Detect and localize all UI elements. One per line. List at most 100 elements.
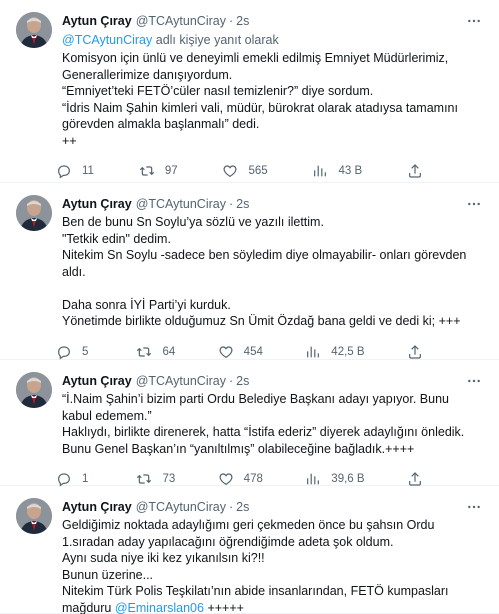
reply-button[interactable]: 1 <box>56 471 94 487</box>
tweet-line: "Tetkik edin" dedim. <box>62 231 171 246</box>
timestamp[interactable]: 2s <box>236 14 249 28</box>
retweet-icon <box>139 166 154 176</box>
tweet-line: Daha sonra İYİ Parti’yi kurduk. <box>62 297 231 312</box>
views-button[interactable]: 42,5 B <box>305 344 365 360</box>
separator-dot: · <box>228 500 234 514</box>
share-icon <box>409 164 421 178</box>
tweet-line: Nitekim Sn Soylu -sadece ben söyledim di… <box>62 248 467 262</box>
tweet[interactable]: Aytun Çıray @TCAytunCiray · 2s @TCAytunC… <box>0 0 499 183</box>
tweet-text-fragment: mağduru <box>62 600 112 614</box>
author-handle[interactable]: @TCAytunCiray <box>136 197 226 211</box>
avatar[interactable] <box>16 12 52 48</box>
separator-dot: · <box>228 14 234 28</box>
views-count: 43 B <box>338 165 363 177</box>
tweet-text: Komisyon için ünlü ve deneyimli emekli e… <box>62 50 483 149</box>
retweet-icon <box>137 346 152 357</box>
timeline: Aytun Çıray @TCAytunCiray · 2s @TCAytunC… <box>0 0 499 614</box>
heart-icon <box>223 165 237 178</box>
tweet-text-fragment: +++++ <box>207 600 244 614</box>
tweet-line: Generallerimize danışıyordum. <box>62 67 233 82</box>
tweet-line: Bunu Genel Başkan’ın “yanıltılmış” olabi… <box>62 441 415 456</box>
views-count: 42,5 B <box>331 345 365 358</box>
mention-link[interactable]: @Eminarslan06 <box>115 601 204 614</box>
tweet-line: Bunun üzerine... <box>62 567 154 582</box>
share-button[interactable] <box>407 344 433 360</box>
author-name[interactable]: Aytun Çıray <box>62 374 132 388</box>
heart-icon <box>219 473 233 486</box>
tweet-line: Ben de bunu Sn Soylu’ya sözlü ve yazılı … <box>62 215 324 229</box>
retweet-icon <box>137 474 152 484</box>
avatar[interactable] <box>16 498 52 534</box>
reply-icon <box>58 345 70 360</box>
tweet-line: Geldiğimiz noktada adaylığımı geri çekme… <box>62 518 435 532</box>
author-name[interactable]: Aytun Çıray <box>62 197 132 211</box>
tweet-actions: 11 97 565 43 B <box>56 157 483 185</box>
retweet-count: 97 <box>164 165 178 177</box>
views-icon <box>307 473 320 485</box>
tweet-line-last: mağduru @Eminarslan06 +++++ <box>62 600 483 614</box>
author-handle[interactable]: @TCAytunCiray <box>136 374 226 388</box>
heart-icon <box>219 345 233 358</box>
tweet[interactable]: Aytun Çıray @TCAytunCiray · 2s Geldiğimi… <box>0 486 499 614</box>
views-count: 39,6 B <box>331 473 365 485</box>
reply-icon <box>58 165 70 179</box>
tweet-header: Aytun Çıray @TCAytunCiray · 2s <box>62 498 483 516</box>
tweet-text: Ben de bunu Sn Soylu’ya sözlü ve yazılı … <box>62 214 483 330</box>
tweet-line: kabul edemem.” <box>62 408 152 423</box>
reply-button[interactable]: 11 <box>56 163 94 179</box>
tweet-line: Komisyon için ünlü ve deneyimli emekli e… <box>62 51 449 65</box>
tweet-text: “İ.Naim Şahin’i bizim parti Ordu Belediy… <box>62 391 483 457</box>
share-button[interactable] <box>407 471 433 487</box>
replying-to: @TCAytunCiray adlı kişiye yanıt olarak <box>62 32 483 49</box>
author-name[interactable]: Aytun Çıray <box>62 14 132 28</box>
more-icon[interactable] <box>465 372 483 390</box>
timestamp[interactable]: 2s <box>236 500 249 514</box>
author-handle[interactable]: @TCAytunCiray <box>136 14 226 28</box>
tweet-line: “Emniyet’teki FETÖ’cüler nasıl temizleni… <box>62 84 374 98</box>
separator-dot: · <box>228 197 234 211</box>
tweet-line: görevden almakla başlanmalı” dedi. <box>62 117 260 131</box>
tweet-line <box>62 280 483 297</box>
avatar[interactable] <box>16 372 52 408</box>
more-icon[interactable] <box>465 195 483 213</box>
reply-button[interactable]: 5 <box>56 344 94 360</box>
reply-count: 5 <box>82 345 89 358</box>
separator-dot: · <box>228 374 234 388</box>
share-icon <box>409 472 421 486</box>
reply-mention-link[interactable]: @TCAytunCiray <box>62 33 152 47</box>
tweet-header: Aytun Çıray @TCAytunCiray · 2s <box>62 12 483 30</box>
tweet[interactable]: Aytun Çıray @TCAytunCiray · 2s “İ.Naim Ş… <box>0 360 499 487</box>
tweet[interactable]: Aytun Çıray @TCAytunCiray · 2s Ben de bu… <box>0 183 499 360</box>
tweet-header: Aytun Çıray @TCAytunCiray · 2s <box>62 372 483 390</box>
tweet-line: Yönetimde birlikte olduğumuz Sn Ümit Özd… <box>62 314 461 328</box>
tweet-header: Aytun Çıray @TCAytunCiray · 2s <box>62 195 483 213</box>
timestamp[interactable]: 2s <box>236 197 249 211</box>
tweet-line: “İ.Naim Şahin’i bizim parti Ordu Belediy… <box>62 392 449 406</box>
retweet-count: 64 <box>162 345 176 358</box>
tweet-line: Aynı suda niye iki kez yıkanılsın ki?!! <box>62 551 265 565</box>
share-icon <box>409 344 421 359</box>
more-icon[interactable] <box>465 498 483 516</box>
retweet-button[interactable]: 97 <box>139 163 178 179</box>
retweet-button[interactable]: 73 <box>136 471 175 487</box>
retweet-button[interactable]: 64 <box>136 344 175 360</box>
timestamp[interactable]: 2s <box>236 374 249 388</box>
like-button[interactable]: 565 <box>222 163 268 179</box>
like-button[interactable]: 454 <box>218 344 263 360</box>
like-button[interactable]: 478 <box>218 471 263 487</box>
tweet-line: 1.sıradan aday yapılacağını öğrendiğimde… <box>62 534 394 549</box>
author-name[interactable]: Aytun Çıray <box>62 500 132 514</box>
like-count: 454 <box>243 345 263 358</box>
retweet-count: 73 <box>162 473 176 485</box>
views-button[interactable]: 39,6 B <box>305 471 365 487</box>
share-button[interactable] <box>407 163 433 179</box>
views-icon <box>307 346 320 357</box>
reply-icon <box>58 473 70 487</box>
views-button[interactable]: 43 B <box>312 163 362 179</box>
avatar[interactable] <box>16 195 52 231</box>
author-handle[interactable]: @TCAytunCiray <box>136 500 226 514</box>
views-icon <box>314 165 327 177</box>
tweet-line: Haklıydı, birlikte direnerek, hatta “İst… <box>62 425 465 439</box>
reply-count: 1 <box>82 473 89 485</box>
more-icon[interactable] <box>465 12 483 30</box>
